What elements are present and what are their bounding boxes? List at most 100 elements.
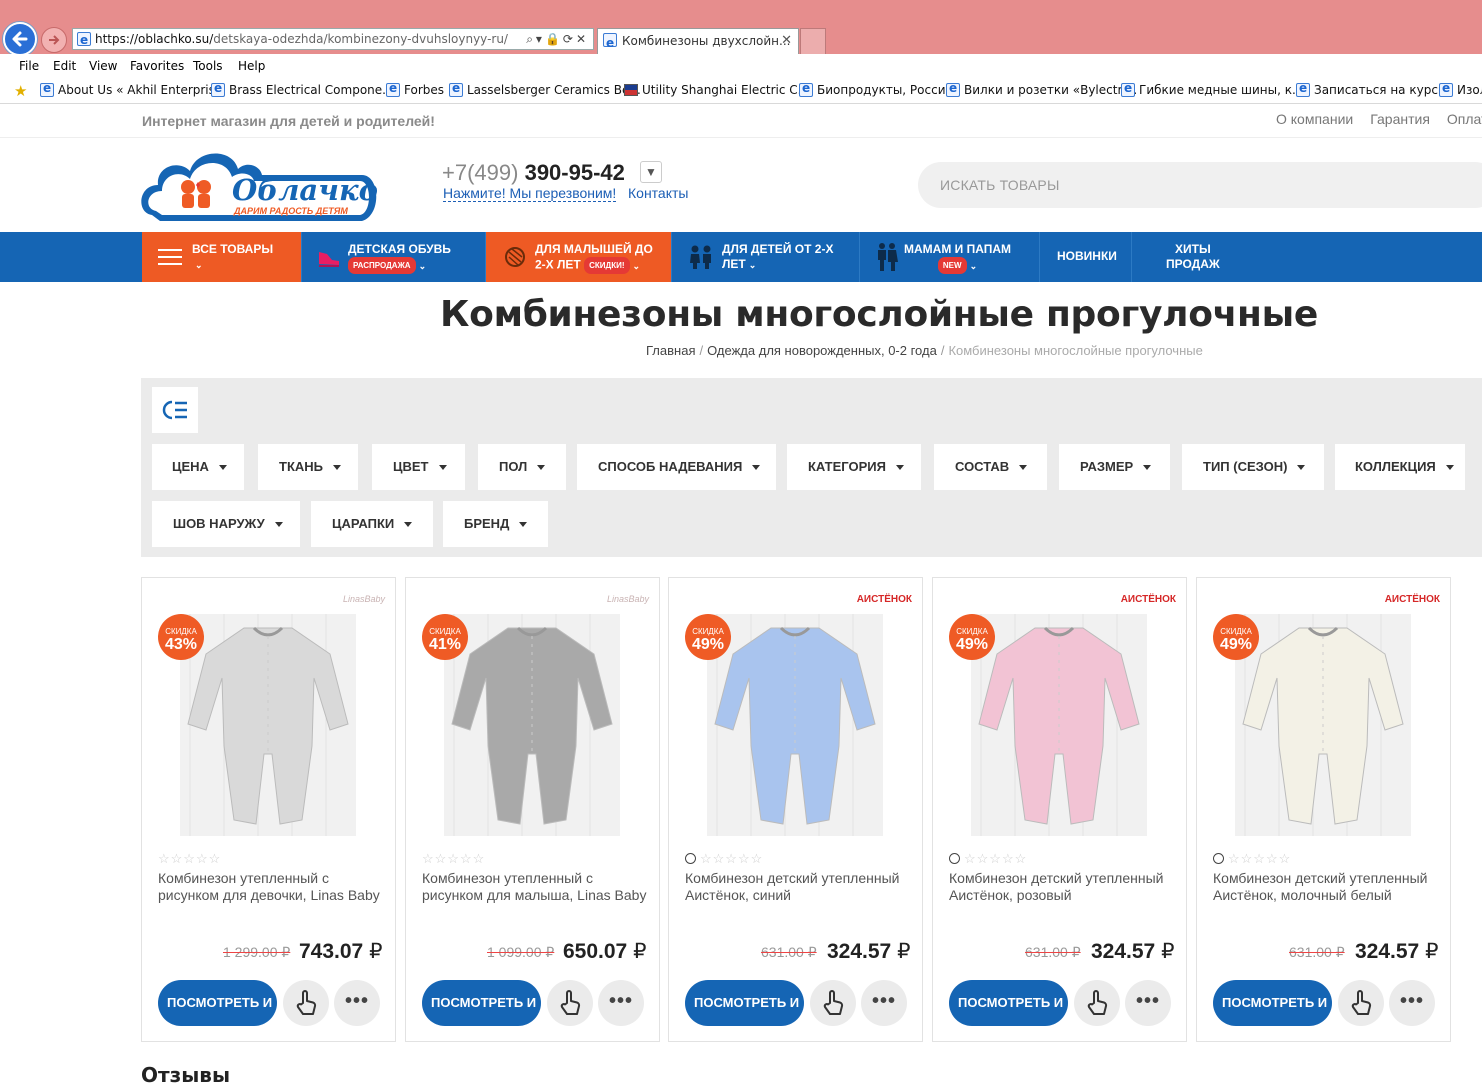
forward-button[interactable]	[41, 27, 67, 53]
filter-collection[interactable]: КОЛЛЕКЦИЯ	[1335, 444, 1465, 490]
quick-order-button[interactable]	[283, 980, 329, 1026]
favorite-link[interactable]: Биопродукты, Россия	[799, 81, 953, 97]
rating-stars[interactable]: ☆☆☆☆☆	[685, 851, 763, 867]
menu-edit[interactable]: Edit	[53, 59, 76, 73]
back-button[interactable]	[3, 22, 37, 56]
search-input[interactable]: ИСКАТЬ ТОВАРЫ	[918, 162, 1482, 208]
nav-all-products[interactable]: ВСЕ ТОВАРЫ ⌄	[142, 232, 302, 282]
filter-toggle-button[interactable]	[152, 387, 198, 433]
view-and-buy-button[interactable]: ПОСМОТРЕТЬ И	[158, 980, 277, 1026]
menu-file[interactable]: File	[19, 59, 39, 73]
filter-brand[interactable]: БРЕНД	[443, 501, 548, 547]
filter-size[interactable]: РАЗМЕР	[1059, 444, 1170, 490]
caret-down-icon	[1297, 465, 1306, 471]
product-image[interactable]	[707, 614, 883, 836]
link-about[interactable]: О компании	[1276, 111, 1353, 127]
product-name[interactable]: Комбинезон детский утепленный Аистёнок, …	[685, 870, 913, 904]
product-image[interactable]	[444, 614, 620, 836]
brand-logo: LinasBaby	[342, 594, 385, 604]
address-tools-icons[interactable]: ⌕▾🔒⟳✕	[526, 29, 589, 49]
site-logo[interactable]: Облачко ДАРИМ РАДОСТЬ ДЕТЯМ	[140, 145, 382, 225]
tab-close-icon[interactable]: ✕	[781, 29, 792, 53]
view-and-buy-button[interactable]: ПОСМОТРЕТЬ И	[1213, 980, 1332, 1026]
filter-category[interactable]: КАТЕГОРИЯ	[787, 444, 921, 490]
favorite-label: Brass Electrical Compone...	[229, 83, 394, 97]
filter-fabric[interactable]: ТКАНЬ	[258, 444, 358, 490]
favorite-link[interactable]: Lasselsberger Ceramics Be...	[449, 81, 641, 97]
view-and-buy-button[interactable]: ПОСМОТРЕТЬ И	[949, 980, 1068, 1026]
filter-seam-outside[interactable]: ШОВ НАРУЖУ	[152, 501, 300, 547]
filter-color[interactable]: ЦВЕТ	[372, 444, 465, 490]
nav-new[interactable]: НОВИНКИ	[1040, 232, 1132, 282]
contacts-link[interactable]: Контакты	[628, 185, 688, 201]
more-options-button[interactable]: •••	[1125, 980, 1171, 1026]
new-tab-button[interactable]	[800, 28, 826, 54]
nav-kids-shoes[interactable]: ДЕТСКАЯ ОБУВЬ РАСПРОДАЖА ⌄	[302, 232, 486, 282]
menu-tools[interactable]: Tools	[193, 59, 223, 73]
breadcrumb-home[interactable]: Главная	[646, 343, 695, 358]
product-name[interactable]: Комбинезон утепленный с рисунком для дев…	[158, 870, 386, 904]
view-and-buy-button[interactable]: ПОСМОТРЕТЬ И	[422, 980, 541, 1026]
current-price: 324.57 ₽	[827, 940, 911, 963]
nav-hits[interactable]: ХИТЫ ПРОДАЖ	[1132, 232, 1252, 282]
nav-parents[interactable]: МАМАМ И ПАПАМ NEW ⌄	[860, 232, 1040, 282]
link-payment[interactable]: Оплат	[1447, 111, 1482, 127]
browser-tab[interactable]: Комбинезоны двухслойн... ✕	[597, 28, 799, 54]
nav-kids-2plus[interactable]: ДЛЯ ДЕТЕЙ ОТ 2-Х ЛЕТ ⌄	[672, 232, 860, 282]
more-options-button[interactable]: •••	[1389, 980, 1435, 1026]
product-card[interactable]: АИСТЁНОК СКИДКА 49% ☆☆☆☆☆ Комбинезон детс…	[1196, 577, 1451, 1042]
video-icon	[949, 853, 960, 865]
product-image[interactable]	[971, 614, 1147, 836]
filter-season[interactable]: ТИП (СЕЗОН)	[1182, 444, 1324, 490]
menu-favorites[interactable]: Favorites	[130, 59, 184, 73]
product-name[interactable]: Комбинезон детский утепленный Аистёнок, …	[1213, 870, 1441, 904]
link-warranty[interactable]: Гарантия	[1370, 111, 1430, 127]
favorite-link[interactable]: Гибкие медные шины, к...	[1121, 81, 1303, 97]
rating-stars[interactable]: ☆☆☆☆☆	[422, 851, 485, 867]
product-card[interactable]: АИСТЁНОК СКИДКА 49% ☆☆☆☆☆ Комбинезон детс…	[668, 577, 923, 1042]
rating-stars[interactable]: ☆☆☆☆☆	[158, 851, 221, 867]
favorite-link[interactable]: Вилки и розетки «Bylectri...	[946, 81, 1137, 97]
product-name[interactable]: Комбинезон детский утепленный Аистёнок, …	[949, 870, 1177, 904]
quick-order-button[interactable]	[1074, 980, 1120, 1026]
favorite-link[interactable]: Brass Electrical Compone...	[211, 81, 394, 97]
more-options-button[interactable]: •••	[334, 980, 380, 1026]
jumpsuit-image-icon	[971, 614, 1147, 836]
breadcrumb-category[interactable]: Одежда для новорожденных, 0-2 года	[707, 343, 937, 358]
quick-order-button[interactable]	[547, 980, 593, 1026]
phone-number[interactable]: +7(499) 390-95-42	[442, 160, 625, 186]
favorite-link[interactable]: Записаться на курсы	[1296, 81, 1447, 97]
more-options-button[interactable]: •••	[598, 980, 644, 1026]
product-card[interactable]: LinasBaby СКИДКА 41% ☆☆☆☆☆ Комбинезон уте…	[405, 577, 660, 1042]
callback-link[interactable]: Нажмите! Мы перезвоним!	[443, 185, 617, 202]
menu-help[interactable]: Help	[238, 59, 265, 73]
rating-stars[interactable]: ☆☆☆☆☆	[949, 851, 1027, 867]
quick-order-button[interactable]	[1338, 980, 1384, 1026]
favorite-link[interactable]: Utility Shanghai Electric C...	[624, 83, 809, 97]
menu-view[interactable]: View	[89, 59, 117, 73]
filter-scratch-mittens[interactable]: ЦАРАПКИ	[311, 501, 433, 547]
more-options-button[interactable]: •••	[861, 980, 907, 1026]
favorite-link[interactable]: Изол	[1439, 81, 1482, 97]
nav-shoes-label: ДЕТСКАЯ ОБУВЬ РАСПРОДАЖА ⌄	[348, 242, 451, 274]
filter-gender[interactable]: ПОЛ	[478, 444, 566, 490]
favorites-star-icon[interactable]: ★	[14, 82, 27, 100]
rating-stars[interactable]: ☆☆☆☆☆	[1213, 851, 1291, 867]
nav-babies[interactable]: ДЛЯ МАЛЫШЕЙ ДО 2-Х ЛЕТ СКИДКИ! ⌄	[486, 232, 672, 282]
brand-logo: АИСТЁНОК	[1120, 594, 1176, 605]
current-price: 743.07 ₽	[299, 940, 383, 963]
filter-composition[interactable]: СОСТАВ	[934, 444, 1047, 490]
phone-dropdown-chevron-icon[interactable]: ▼	[640, 161, 662, 183]
product-image[interactable]	[180, 614, 356, 836]
quick-order-button[interactable]	[810, 980, 856, 1026]
favorite-link[interactable]: Forbes	[386, 81, 444, 97]
product-card[interactable]: LinasBaby СКИДКА 43% ☆☆☆☆☆ Комбинезон уте…	[141, 577, 396, 1042]
filter-dressing-method[interactable]: СПОСОБ НАДЕВАНИЯ	[577, 444, 776, 490]
product-name[interactable]: Комбинезон утепленный с рисунком для мал…	[422, 870, 650, 904]
product-card[interactable]: АИСТЁНОК СКИДКА 49% ☆☆☆☆☆ Комбинезон детс…	[932, 577, 1187, 1042]
product-image[interactable]	[1235, 614, 1411, 836]
view-and-buy-button[interactable]: ПОСМОТРЕТЬ И	[685, 980, 804, 1026]
address-bar[interactable]: https://oblachko.su/detskaya-odezhda/kom…	[72, 28, 594, 50]
filter-price[interactable]: ЦЕНА	[152, 444, 244, 490]
favorite-link[interactable]: About Us « Akhil Enterprise	[40, 81, 222, 97]
